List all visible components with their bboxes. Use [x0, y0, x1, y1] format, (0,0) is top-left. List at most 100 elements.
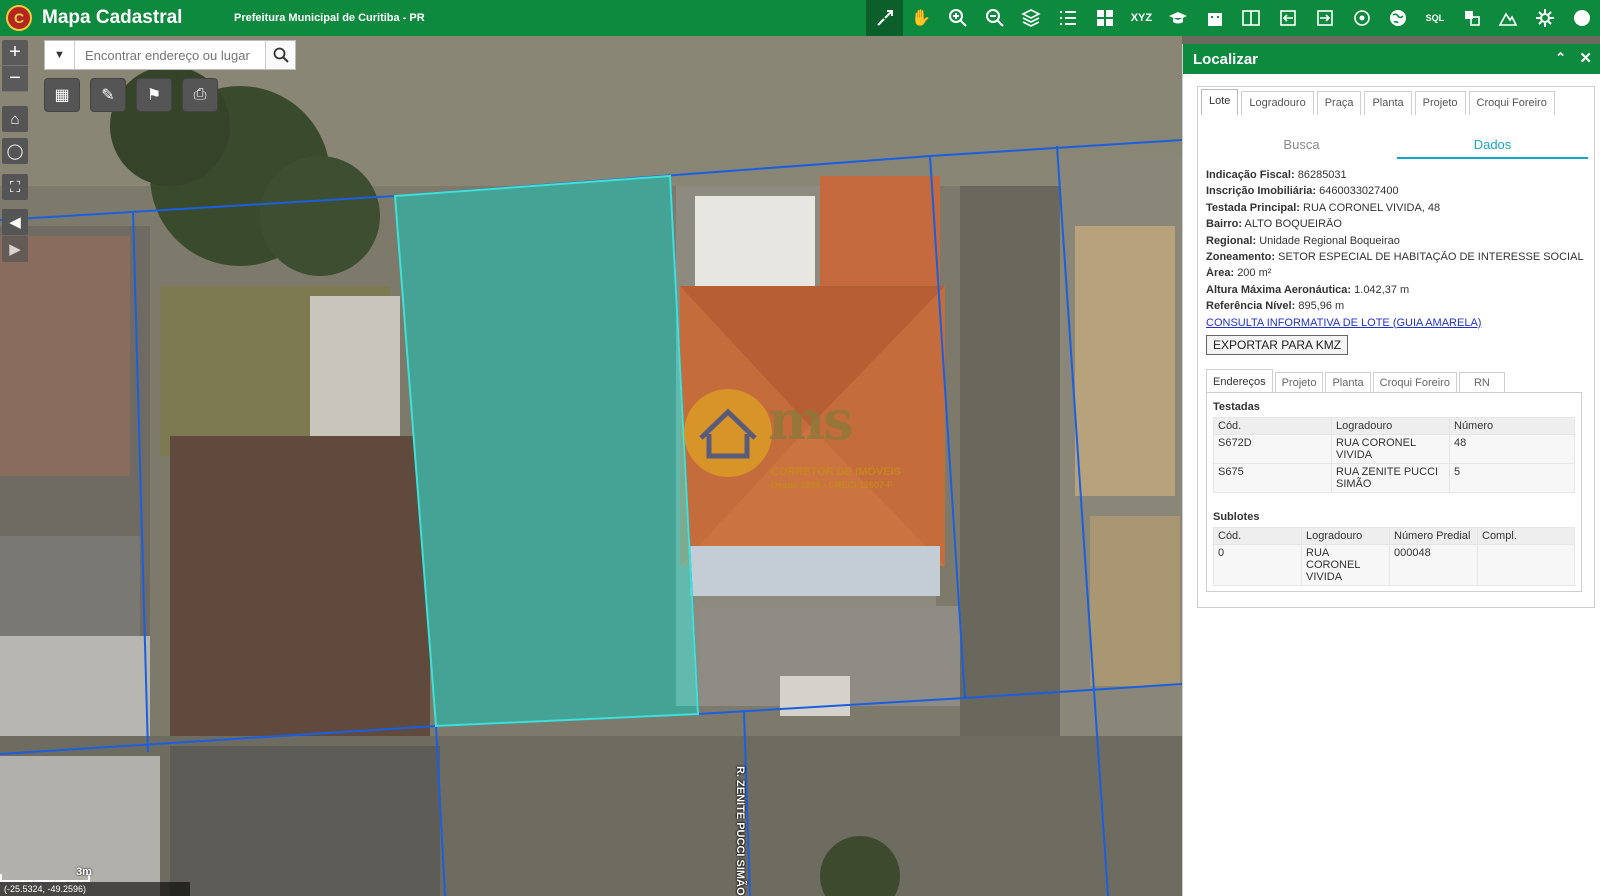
- watermark-logo: ms: [768, 388, 854, 452]
- tab-croqui-foreiro[interactable]: Croqui Foreiro: [1468, 91, 1555, 115]
- split-view-icon[interactable]: [1233, 0, 1270, 36]
- import-icon[interactable]: [1270, 0, 1307, 36]
- col-logradouro: Logradouro: [1331, 417, 1450, 435]
- terrain-icon[interactable]: [1490, 0, 1527, 36]
- tab-planta[interactable]: Planta: [1364, 91, 1412, 115]
- info-icon[interactable]: [1563, 0, 1600, 36]
- info-area: Área: 200 m²: [1206, 267, 1272, 280]
- watermark-line1: CORRETOR DE IMÓVEIS: [771, 466, 901, 478]
- info-referencia: Referência Nível: 895,96 m: [1206, 300, 1345, 313]
- building-icon[interactable]: [1196, 0, 1233, 36]
- tab-inner-projeto[interactable]: Projeto: [1274, 372, 1324, 393]
- zoom-in-icon[interactable]: [940, 0, 977, 36]
- info-altura: Altura Máxima Aeronáutica: 1.042,37 m: [1206, 283, 1410, 296]
- panel-tabs: Lote Logradouro Praça Planta Projeto Cro…: [1198, 87, 1555, 115]
- print-icon[interactable]: ⎙: [182, 78, 218, 112]
- table-row[interactable]: S675 RUA ZENITE PUCCI SIMÃO 5: [1213, 463, 1575, 493]
- gps-icon[interactable]: [1343, 0, 1380, 36]
- locate-lot-icon[interactable]: [866, 0, 903, 36]
- coordinates-readout: (-25.5324, -49.2596): [0, 882, 190, 896]
- collapse-icon[interactable]: ⌃: [1555, 50, 1566, 66]
- table-row[interactable]: S672D RUA CORONEL VIVIDA 48: [1213, 434, 1575, 464]
- search-dropdown-icon[interactable]: ▼: [45, 41, 75, 69]
- cell: 48: [1449, 434, 1575, 464]
- cell: 000048: [1389, 544, 1478, 586]
- testadas-title: Testadas: [1213, 401, 1260, 413]
- cell: S675: [1213, 463, 1332, 493]
- grid-icon[interactable]: [1086, 0, 1123, 36]
- tab-enderecos[interactable]: Endereços: [1206, 369, 1273, 393]
- export-kmz-button[interactable]: EXPORTAR PARA KMZ: [1206, 335, 1349, 355]
- locate-panel: Localizar ⌃ ✕ Lote Logradouro Praça Plan…: [1182, 44, 1600, 896]
- settings-icon[interactable]: [1527, 0, 1564, 36]
- sublotes-table: Cód. Logradouro Número Predial Compl. 0 …: [1213, 527, 1575, 586]
- table-header: Cód. Logradouro Número Predial Compl.: [1213, 527, 1575, 545]
- city-logo-icon: C: [6, 5, 32, 31]
- search-icon[interactable]: [265, 41, 295, 69]
- guide-link[interactable]: CONSULTA INFORMATIVA DE LOTE (GUIA AMARE…: [1206, 317, 1481, 329]
- sql-icon[interactable]: SQL: [1417, 0, 1454, 36]
- back-arrow-icon[interactable]: ◀: [2, 209, 28, 235]
- cell: [1477, 544, 1575, 586]
- tab-inner-croqui[interactable]: Croqui Foreiro: [1372, 372, 1457, 393]
- measure-ruler-icon[interactable]: ✎: [90, 78, 126, 112]
- tab-praca[interactable]: Praça: [1316, 91, 1362, 115]
- zoom-out-button[interactable]: −: [2, 66, 28, 92]
- table-row[interactable]: 0 RUA CORONEL VIVIDA 000048: [1213, 544, 1575, 586]
- col-numero-predial: Número Predial: [1389, 527, 1478, 545]
- info-inscricao: Inscrição Imobiliária: 6460033027400: [1206, 185, 1399, 198]
- col-numero: Número: [1449, 417, 1575, 435]
- subtab-busca[interactable]: Busca: [1206, 131, 1397, 159]
- panel-body: Lote Logradouro Praça Planta Projeto Cro…: [1197, 86, 1595, 608]
- locate-me-icon[interactable]: ◯: [2, 138, 28, 164]
- lot-info: Indicação Fiscal: 86285031 Inscrição Imo…: [1206, 169, 1594, 333]
- fullscreen-icon[interactable]: ⛶: [2, 174, 28, 200]
- zoom-out-icon[interactable]: [976, 0, 1013, 36]
- col-compl: Compl.: [1477, 527, 1575, 545]
- home-icon[interactable]: ⌂: [2, 106, 28, 132]
- scale-label: 3m: [76, 866, 92, 878]
- tab-logradouro[interactable]: Logradouro: [1241, 91, 1314, 115]
- measure-area-icon[interactable]: [1453, 0, 1490, 36]
- close-icon[interactable]: ✕: [1579, 49, 1592, 67]
- education-icon[interactable]: [1160, 0, 1197, 36]
- globe-icon[interactable]: [1380, 0, 1417, 36]
- house-logo-icon: [684, 389, 772, 477]
- search-input[interactable]: [75, 41, 265, 69]
- layers-icon[interactable]: [1013, 0, 1050, 36]
- top-bar: C Mapa Cadastral Prefeitura Municipal de…: [0, 0, 1600, 36]
- basemap-icon[interactable]: ▦: [44, 78, 80, 112]
- map-canvas[interactable]: + − ⌂ ◯ ⛶ ◀ ▶ ▼ ▦ ✎ ⚑ ⎙ ms CORRETOR DE I…: [0, 36, 1182, 896]
- subtabs: Busca Dados: [1206, 131, 1588, 159]
- cell: RUA CORONEL VIVIDA: [1331, 434, 1450, 464]
- list-icon[interactable]: [1050, 0, 1087, 36]
- addresses-box: Testadas Cód. Logradouro Número S672D RU…: [1206, 392, 1582, 592]
- export-icon[interactable]: [1307, 0, 1344, 36]
- tab-inner-rn[interactable]: RN: [1458, 372, 1505, 393]
- info-bairro: Bairro: ALTO BOQUEIRÃO: [1206, 218, 1342, 231]
- tab-inner-planta[interactable]: Planta: [1325, 372, 1371, 393]
- address-search: ▼: [44, 40, 296, 70]
- tab-projeto[interactable]: Projeto: [1414, 91, 1466, 115]
- zoom-controls: + −: [2, 40, 28, 92]
- identify-icon[interactable]: ⚑: [136, 78, 172, 112]
- watermark-line2: Desde 1999 - CRECI 12607-F: [771, 480, 893, 490]
- map-toolbar: ✋ XYZ SQL: [866, 0, 1600, 36]
- info-testada: Testada Principal: RUA CORONEL VIVIDA, 4…: [1206, 201, 1441, 214]
- app-subtitle: Prefeitura Municipal de Curitiba - PR: [234, 12, 425, 24]
- xyz-icon[interactable]: XYZ: [1123, 0, 1160, 36]
- inner-tabs: Endereços Projeto Planta Croqui Foreiro …: [1206, 369, 1507, 393]
- tab-lote[interactable]: Lote: [1201, 89, 1239, 115]
- info-zoneamento: Zoneamento: SETOR ESPECIAL DE HABITAÇÃO …: [1206, 250, 1584, 263]
- watermark: ms CORRETOR DE IMÓVEIS Desde 1999 - CREC…: [683, 388, 913, 498]
- selected-lot[interactable]: [393, 174, 700, 728]
- cell: RUA CORONEL VIVIDA: [1301, 544, 1390, 586]
- table-header: Cód. Logradouro Número: [1213, 417, 1575, 435]
- subtab-dados[interactable]: Dados: [1397, 131, 1588, 159]
- pan-hand-icon[interactable]: ✋: [903, 0, 940, 36]
- cell: 5: [1449, 463, 1575, 493]
- cell: RUA ZENITE PUCCI SIMÃO: [1331, 463, 1450, 493]
- col-cod: Cód.: [1213, 417, 1332, 435]
- zoom-in-button[interactable]: +: [2, 40, 28, 66]
- forward-arrow-icon[interactable]: ▶: [2, 236, 28, 262]
